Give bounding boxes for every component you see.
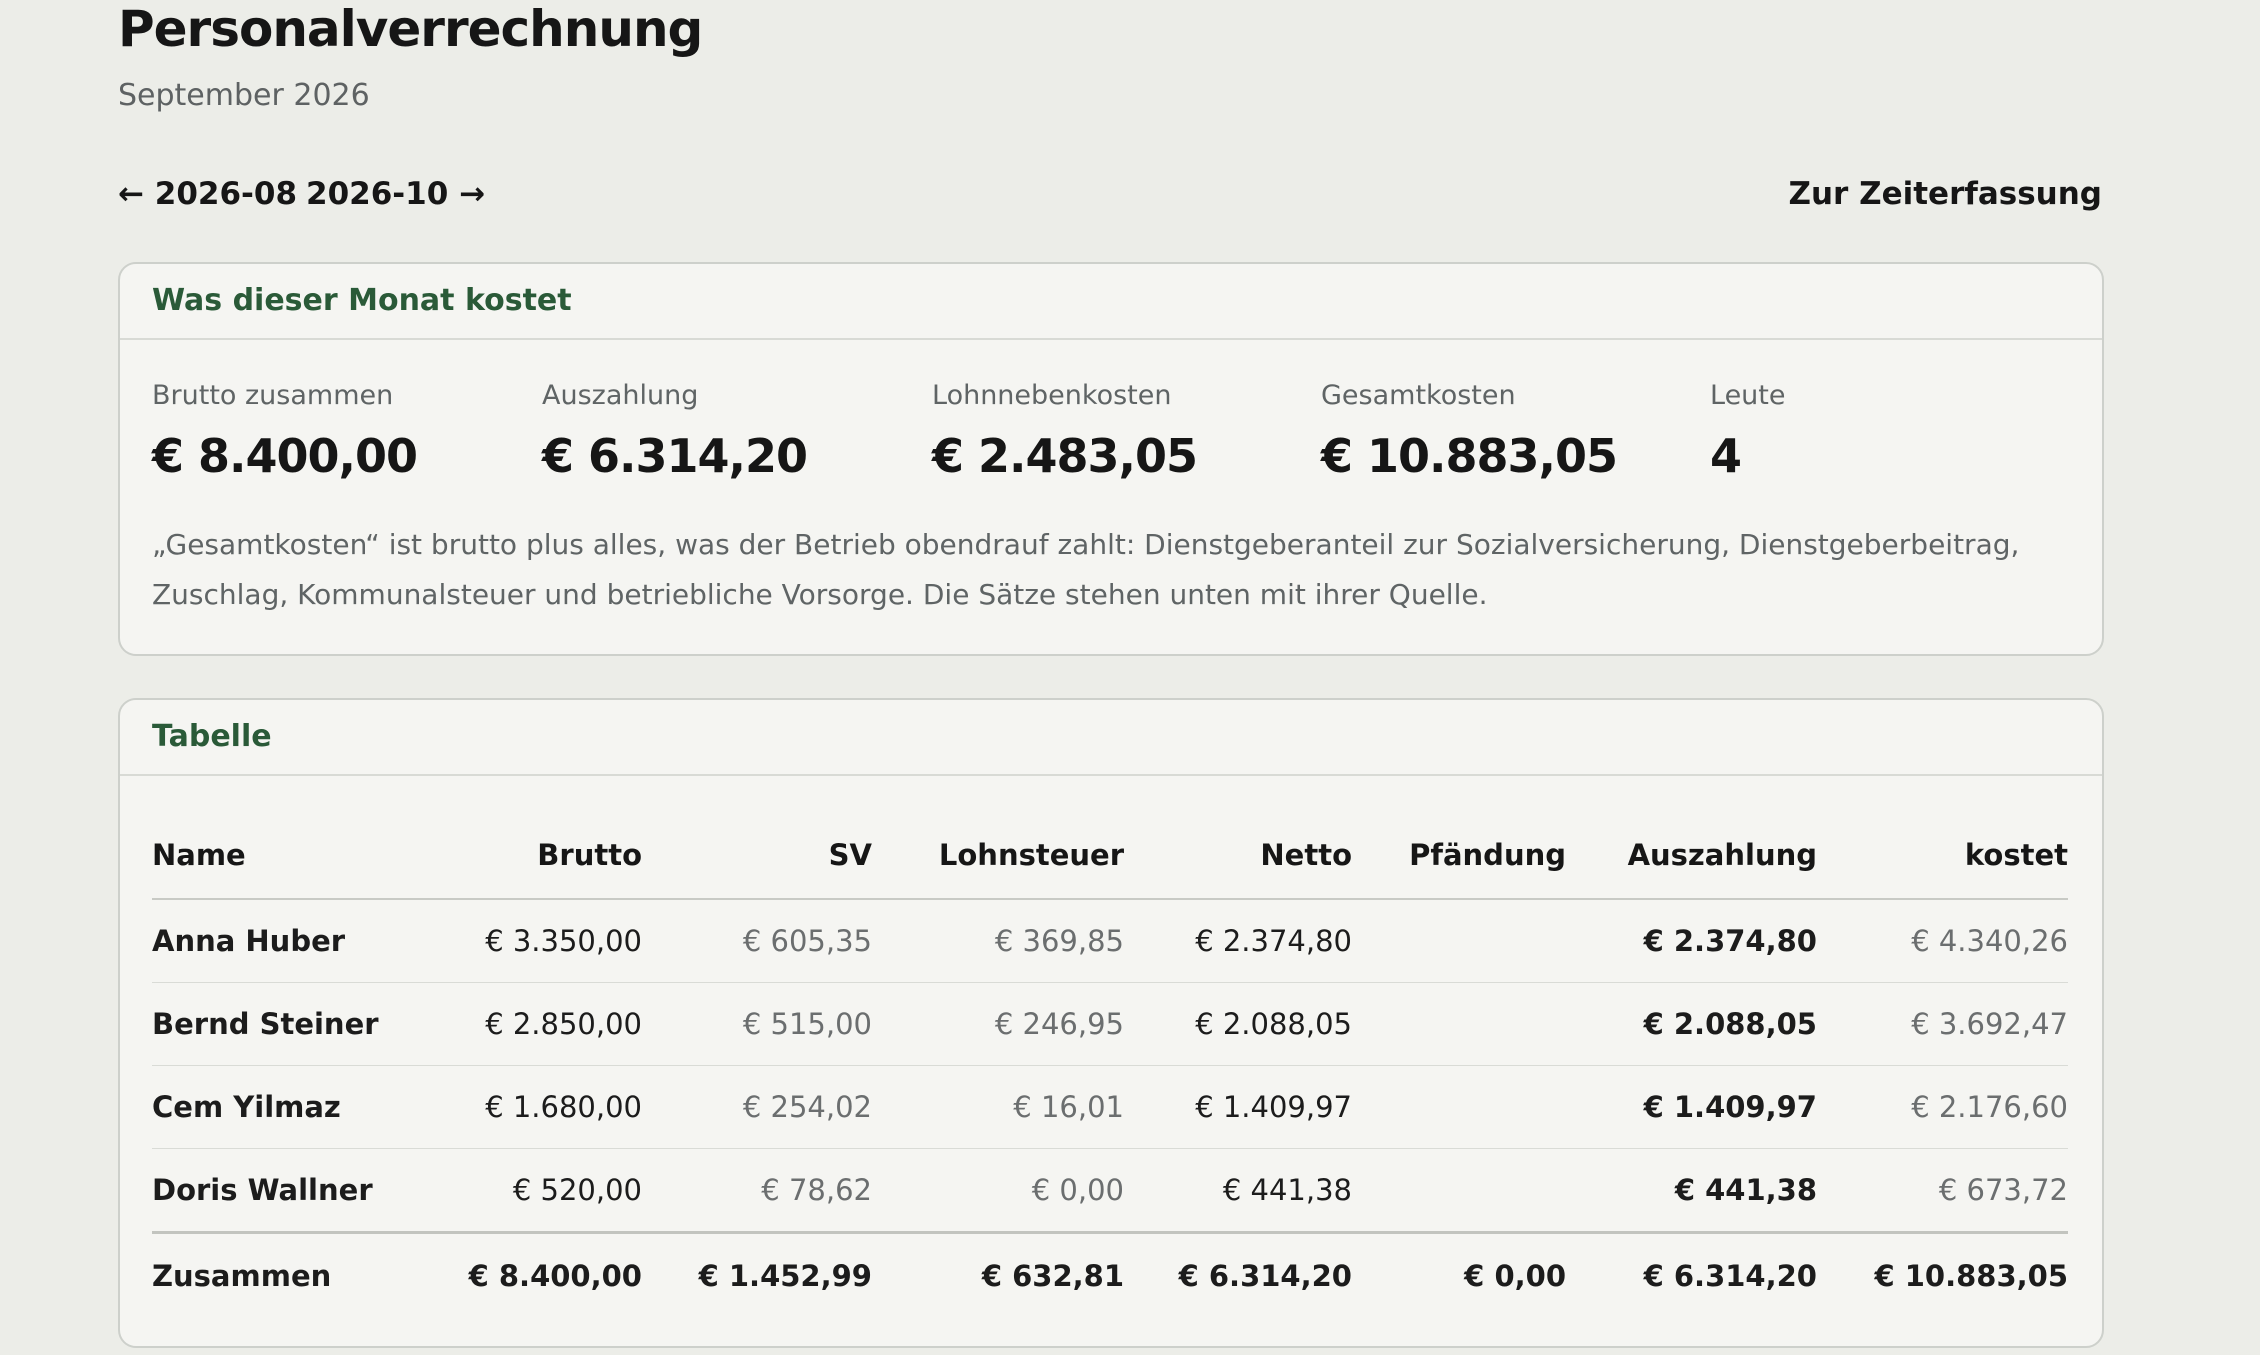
stat-value: € 8.400,00 [152, 429, 418, 483]
table-total-row: Zusammen € 8.400,00 € 1.452,99 € 632,81 … [152, 1231, 2068, 1318]
income-tax-cell: € 0,00 [872, 1148, 1124, 1233]
total-label: Zusammen [152, 1231, 412, 1318]
payroll-table: Name Brutto SV Lohnsteuer Netto Pfändung… [152, 812, 2068, 1318]
stat-label: Gesamtkosten [1321, 380, 1516, 411]
cost-cell: € 4.340,26 [1817, 899, 2068, 983]
cost-cell: € 673,72 [1817, 1148, 2068, 1233]
stat-headcount: Leute 4 [1710, 378, 2090, 486]
column-header-net[interactable]: Netto [1124, 812, 1352, 900]
social-insurance-cell: € 605,35 [642, 899, 872, 983]
stat-value: € 10.883,05 [1321, 429, 1618, 483]
gross-cell: € 2.850,00 [412, 982, 642, 1066]
previous-month-link[interactable]: ← 2026-08 [118, 172, 297, 216]
stat-payroll-overhead: Lohnnebenkosten € 2.483,05 [932, 378, 1312, 486]
column-header-gross[interactable]: Brutto [412, 812, 642, 900]
total-payout: € 6.314,20 [1566, 1231, 1817, 1318]
garnishment-cell [1352, 899, 1566, 983]
total-social-insurance: € 1.452,99 [642, 1231, 872, 1318]
income-tax-cell: € 369,85 [872, 899, 1124, 983]
stat-label: Brutto zusammen [152, 380, 394, 411]
gross-cell: € 520,00 [412, 1148, 642, 1233]
garnishment-cell [1352, 982, 1566, 1066]
column-header-cost[interactable]: kostet [1817, 812, 2068, 900]
garnishment-cell [1352, 1148, 1566, 1233]
income-tax-cell: € 246,95 [872, 982, 1124, 1066]
payout-cell: € 2.374,80 [1566, 899, 1817, 983]
card-title: Was dieser Monat kostet [152, 283, 572, 318]
payout-cell: € 1.409,97 [1566, 1065, 1817, 1149]
table-row[interactable]: Doris Wallner € 520,00 € 78,62 € 0,00 € … [152, 1148, 2068, 1233]
net-cell: € 2.088,05 [1124, 982, 1352, 1066]
column-header-income-tax[interactable]: Lohnsteuer [872, 812, 1124, 900]
total-net: € 6.314,20 [1124, 1231, 1352, 1318]
column-header-name[interactable]: Name [152, 812, 412, 900]
total-gross: € 8.400,00 [412, 1231, 642, 1318]
payout-cell: € 2.088,05 [1566, 982, 1817, 1066]
table-row[interactable]: Anna Huber € 3.350,00 € 605,35 € 369,85 … [152, 899, 2068, 983]
stat-label: Leute [1710, 380, 1786, 411]
total-garnishment: € 0,00 [1352, 1231, 1566, 1318]
payroll-table-card: Tabelle Name Brutto SV Lohnsteuer Netto … [118, 698, 2104, 1348]
net-cell: € 2.374,80 [1124, 899, 1352, 983]
time-tracking-link[interactable]: Zur Zeiterfassung [1788, 172, 2102, 216]
month-navigation: ← 2026-08 2026-10 → Zur Zeiterfassung [118, 172, 2102, 216]
page-title: Personalverrechnung [118, 0, 703, 58]
stat-value: € 2.483,05 [932, 429, 1198, 483]
stat-value: € 6.314,20 [542, 429, 808, 483]
gross-cell: € 1.680,00 [412, 1065, 642, 1149]
stat-gross-total: Brutto zusammen € 8.400,00 [152, 378, 532, 486]
total-cost: € 10.883,05 [1817, 1231, 2068, 1318]
card-header: Tabelle [120, 700, 2102, 776]
column-header-garnishment[interactable]: Pfändung [1352, 812, 1566, 900]
page-subtitle: September 2026 [118, 78, 370, 113]
table-row[interactable]: Bernd Steiner € 2.850,00 € 515,00 € 246,… [152, 982, 2068, 1066]
employee-name: Anna Huber [152, 899, 412, 983]
employee-name: Doris Wallner [152, 1148, 412, 1233]
total-income-tax: € 632,81 [872, 1231, 1124, 1318]
stat-payout: Auszahlung € 6.314,20 [542, 378, 922, 486]
net-cell: € 441,38 [1124, 1148, 1352, 1233]
next-month-link[interactable]: 2026-10 → [306, 172, 485, 216]
social-insurance-cell: € 78,62 [642, 1148, 872, 1233]
cost-cell: € 3.692,47 [1817, 982, 2068, 1066]
cost-cell: € 2.176,60 [1817, 1065, 2068, 1149]
table-row[interactable]: Cem Yilmaz € 1.680,00 € 254,02 € 16,01 €… [152, 1065, 2068, 1149]
gross-cell: € 3.350,00 [412, 899, 642, 983]
monthly-cost-card: Was dieser Monat kostet Brutto zusammen … [118, 262, 2104, 656]
employee-name: Bernd Steiner [152, 982, 412, 1066]
card-header: Was dieser Monat kostet [120, 264, 2102, 340]
column-header-payout[interactable]: Auszahlung [1566, 812, 1817, 900]
stat-value: 4 [1710, 429, 1742, 483]
net-cell: € 1.409,97 [1124, 1065, 1352, 1149]
stat-label: Lohnnebenkosten [932, 380, 1172, 411]
cost-stats: Brutto zusammen € 8.400,00 Auszahlung € … [152, 378, 2082, 483]
garnishment-cell [1352, 1065, 1566, 1149]
social-insurance-cell: € 515,00 [642, 982, 872, 1066]
stat-total-cost: Gesamtkosten € 10.883,05 [1321, 378, 1701, 486]
table-header-row: Name Brutto SV Lohnsteuer Netto Pfändung… [152, 812, 2068, 900]
card-title: Tabelle [152, 719, 272, 754]
stat-label: Auszahlung [542, 380, 699, 411]
payout-cell: € 441,38 [1566, 1148, 1817, 1233]
cost-explanation: „Gesamtkosten“ ist brutto plus alles, wa… [152, 528, 2020, 611]
employee-name: Cem Yilmaz [152, 1065, 412, 1149]
social-insurance-cell: € 254,02 [642, 1065, 872, 1149]
column-header-social-insurance[interactable]: SV [642, 812, 872, 900]
income-tax-cell: € 16,01 [872, 1065, 1124, 1149]
